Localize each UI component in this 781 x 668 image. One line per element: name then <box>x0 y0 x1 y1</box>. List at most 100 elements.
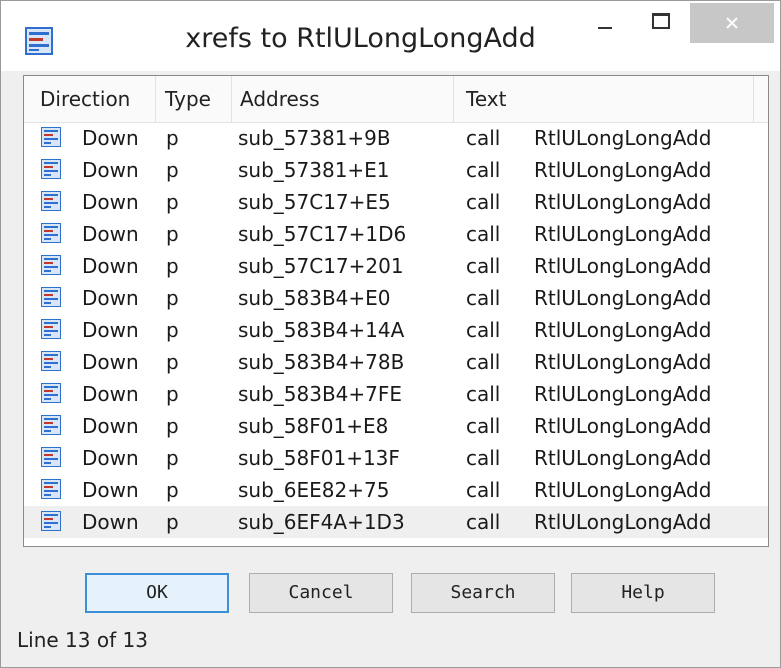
minimize-button[interactable] <box>581 1 629 43</box>
row-instruction: call <box>466 510 501 534</box>
column-header-text[interactable]: Text <box>454 76 754 122</box>
table-row[interactable]: Down p sub_6EE82+75 call RtlULongLongAdd <box>24 474 768 506</box>
row-direction: Down <box>82 190 139 214</box>
list-rows: Down p sub_57381+9B call RtlULongLongAdd Down… <box>24 122 768 538</box>
maximize-button[interactable] <box>635 1 683 43</box>
row-type: p <box>166 286 179 310</box>
row-direction: Down <box>82 286 139 310</box>
xref-icon <box>41 319 61 339</box>
row-instruction: call <box>466 126 501 150</box>
table-row[interactable]: Down p sub_57C17+201 call RtlULongLongAdd <box>24 250 768 282</box>
xref-icon <box>41 159 61 179</box>
table-row[interactable]: Down p sub_58F01+13F call RtlULongLongAdd <box>24 442 768 474</box>
row-direction: Down <box>82 510 139 534</box>
xref-icon <box>41 255 61 275</box>
title-bar: xrefs to RtlULongLongAdd <box>1 1 780 71</box>
button-bar: OK Cancel Search Help <box>1 573 780 619</box>
table-row[interactable]: Down p sub_57381+9B call RtlULongLongAdd <box>24 122 768 154</box>
table-row[interactable]: Down p sub_583B4+78B call RtlULongLongAdd <box>24 346 768 378</box>
row-instruction: call <box>466 222 501 246</box>
row-target: RtlULongLongAdd <box>534 318 712 342</box>
row-type: p <box>166 382 179 406</box>
row-instruction: call <box>466 254 501 278</box>
row-type: p <box>166 190 179 214</box>
row-address: sub_57C17+1D6 <box>238 222 407 246</box>
table-row[interactable]: Down p sub_583B4+E0 call RtlULongLongAdd <box>24 282 768 314</box>
table-row[interactable]: Down p sub_6EF4A+1D3 call RtlULongLongAdd <box>24 506 768 538</box>
row-direction: Down <box>82 382 139 406</box>
table-row[interactable]: Down p sub_58F01+E8 call RtlULongLongAdd <box>24 410 768 442</box>
row-target: RtlULongLongAdd <box>534 446 712 470</box>
column-header-address[interactable]: Address <box>232 76 454 122</box>
cancel-button[interactable]: Cancel <box>249 573 393 613</box>
help-button[interactable]: Help <box>571 573 715 613</box>
row-direction: Down <box>82 254 139 278</box>
row-instruction: call <box>466 414 501 438</box>
row-type: p <box>166 478 179 502</box>
row-address: sub_57C17+E5 <box>238 190 391 214</box>
table-row[interactable]: Down p sub_583B4+7FE call RtlULongLongAdd <box>24 378 768 410</box>
xref-icon <box>41 191 61 211</box>
row-type: p <box>166 222 179 246</box>
row-address: sub_58F01+13F <box>238 446 400 470</box>
row-address: sub_57381+9B <box>238 126 391 150</box>
row-target: RtlULongLongAdd <box>534 382 712 406</box>
xref-icon <box>41 511 61 531</box>
xref-icon <box>41 351 61 371</box>
row-instruction: call <box>466 446 501 470</box>
row-instruction: call <box>466 350 501 374</box>
row-instruction: call <box>466 190 501 214</box>
row-address: sub_6EE82+75 <box>238 478 390 502</box>
search-button[interactable]: Search <box>411 573 555 613</box>
table-row[interactable]: Down p sub_57C17+E5 call RtlULongLongAdd <box>24 186 768 218</box>
column-header-direction[interactable]: Direction <box>24 76 156 122</box>
xref-icon <box>41 447 61 467</box>
row-target: RtlULongLongAdd <box>534 126 712 150</box>
xrefs-dialog: xrefs to RtlULongLongAdd Direction Type … <box>0 0 781 668</box>
row-type: p <box>166 318 179 342</box>
row-instruction: call <box>466 158 501 182</box>
row-target: RtlULongLongAdd <box>534 190 712 214</box>
xrefs-list[interactable]: Direction Type Address Text Down p sub_573… <box>23 75 769 547</box>
row-address: sub_58F01+E8 <box>238 414 389 438</box>
row-target: RtlULongLongAdd <box>534 510 712 534</box>
row-address: sub_57381+E1 <box>238 158 390 182</box>
row-type: p <box>166 446 179 470</box>
xref-icon <box>41 383 61 403</box>
row-type: p <box>166 414 179 438</box>
row-type: p <box>166 254 179 278</box>
row-direction: Down <box>82 478 139 502</box>
row-instruction: call <box>466 382 501 406</box>
row-type: p <box>166 126 179 150</box>
row-direction: Down <box>82 350 139 374</box>
row-type: p <box>166 158 179 182</box>
row-target: RtlULongLongAdd <box>534 286 712 310</box>
row-address: sub_583B4+78B <box>238 350 405 374</box>
row-target: RtlULongLongAdd <box>534 158 712 182</box>
table-row[interactable]: Down p sub_57C17+1D6 call RtlULongLongAdd <box>24 218 768 250</box>
ok-button[interactable]: OK <box>85 573 229 613</box>
row-instruction: call <box>466 478 501 502</box>
row-target: RtlULongLongAdd <box>534 478 712 502</box>
xref-icon <box>41 479 61 499</box>
row-instruction: call <box>466 286 501 310</box>
row-target: RtlULongLongAdd <box>534 254 712 278</box>
column-header-type[interactable]: Type <box>156 76 232 122</box>
row-target: RtlULongLongAdd <box>534 414 712 438</box>
row-address: sub_57C17+201 <box>238 254 404 278</box>
row-target: RtlULongLongAdd <box>534 222 712 246</box>
row-address: sub_583B4+14A <box>238 318 405 342</box>
close-button[interactable] <box>690 3 774 43</box>
row-type: p <box>166 510 179 534</box>
row-address: sub_583B4+E0 <box>238 286 391 310</box>
row-direction: Down <box>82 414 139 438</box>
xref-icon <box>41 287 61 307</box>
row-direction: Down <box>82 318 139 342</box>
table-row[interactable]: Down p sub_583B4+14A call RtlULongLongAdd <box>24 314 768 346</box>
table-row[interactable]: Down p sub_57381+E1 call RtlULongLongAdd <box>24 154 768 186</box>
row-direction: Down <box>82 158 139 182</box>
row-direction: Down <box>82 126 139 150</box>
list-header: Direction Type Address Text <box>24 76 768 123</box>
xref-icon <box>41 223 61 243</box>
row-target: RtlULongLongAdd <box>534 350 712 374</box>
